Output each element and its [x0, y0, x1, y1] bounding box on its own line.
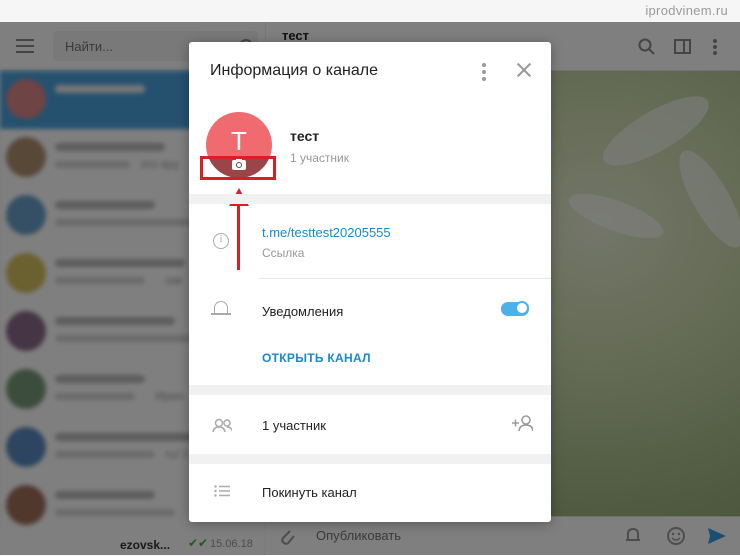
notifications-toggle[interactable] [501, 301, 529, 316]
window-titlebar [0, 0, 740, 22]
channel-link-label: Ссылка [262, 246, 305, 260]
member-count: 1 участник [290, 151, 350, 165]
annotation-highlight-box [200, 156, 276, 180]
section-divider [189, 454, 551, 464]
dialog-title: Информация о канале [210, 62, 378, 79]
notifications-label: Уведомления [262, 304, 344, 319]
leave-channel-button[interactable]: Покинуть канал [262, 485, 357, 500]
toggle-knob [515, 301, 529, 315]
watermark: iprodvinem.ru [645, 3, 728, 18]
section-divider [189, 385, 551, 395]
channel-name: тест [290, 128, 320, 144]
channel-info-dialog: Информация о канале Т тест 1 участник t.… [189, 42, 551, 522]
members-label[interactable]: 1 участник [262, 418, 326, 433]
annotation-arrow-shaft [237, 204, 240, 270]
channel-link[interactable]: t.me/testtest20205555 [262, 225, 391, 240]
more-vertical-icon[interactable] [482, 63, 486, 84]
members-icon [212, 418, 232, 432]
close-icon[interactable] [516, 62, 532, 78]
bell-icon [211, 301, 231, 315]
add-member-icon[interactable] [511, 415, 533, 431]
avatar-letter: Т [231, 126, 247, 156]
row-divider [259, 278, 551, 279]
list-icon [214, 485, 230, 497]
open-channel-button[interactable]: ОТКРЫТЬ КАНАЛ [262, 351, 371, 365]
section-divider [189, 194, 551, 204]
info-icon [213, 233, 229, 249]
